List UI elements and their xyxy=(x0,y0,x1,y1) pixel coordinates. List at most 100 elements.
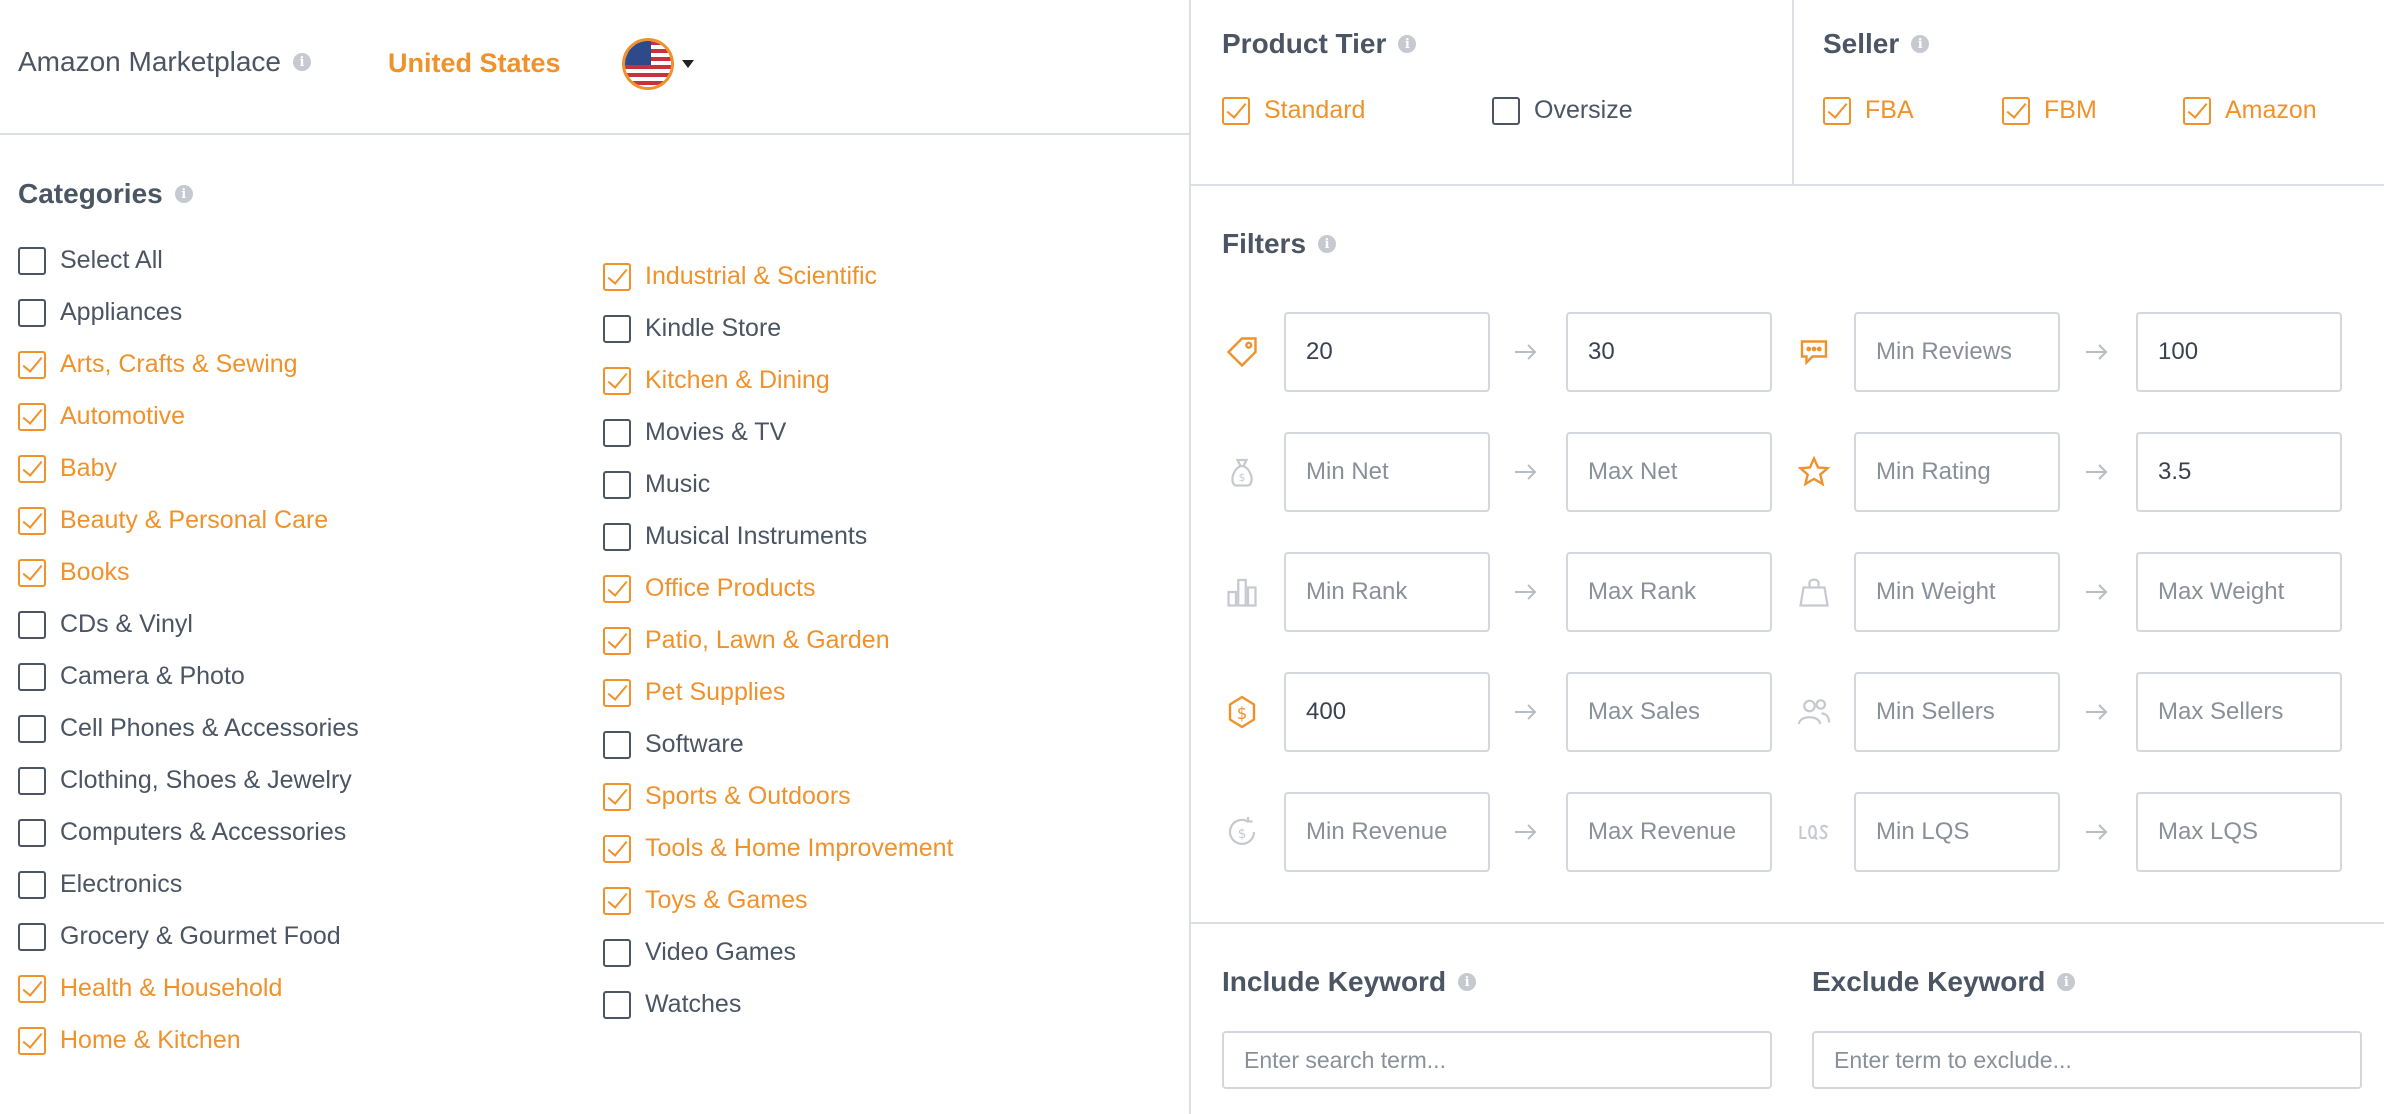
max-rating-input[interactable] xyxy=(2136,432,2342,512)
checkbox-checked-icon[interactable] xyxy=(18,1026,46,1055)
checkbox-checked-icon[interactable] xyxy=(603,678,631,707)
category-checkbox-computers-and-accessories[interactable]: Computers & Accessories xyxy=(18,818,346,847)
category-checkbox-tools-and-home-improvement[interactable]: Tools & Home Improvement xyxy=(603,834,953,863)
max-sellers-input[interactable] xyxy=(2136,672,2342,752)
category-checkbox-patio-lawn-and-garden[interactable]: Patio, Lawn & Garden xyxy=(603,626,890,655)
checkbox-empty-icon[interactable] xyxy=(18,818,46,847)
category-checkbox-baby[interactable]: Baby xyxy=(18,454,117,483)
category-checkbox-arts-crafts-and-sewing[interactable]: Arts, Crafts & Sewing xyxy=(18,350,298,379)
exclude-keyword-input[interactable] xyxy=(1812,1031,2362,1089)
checkbox-empty-icon[interactable] xyxy=(18,766,46,795)
checkbox-checked-icon[interactable] xyxy=(2183,96,2211,125)
checkbox-empty-icon[interactable] xyxy=(603,314,631,343)
category-checkbox-home-and-kitchen[interactable]: Home & Kitchen xyxy=(18,1026,241,1055)
include-keyword-input[interactable] xyxy=(1222,1031,1772,1089)
max-sales-input[interactable] xyxy=(1566,672,1772,752)
checkbox-empty-icon[interactable] xyxy=(603,990,631,1019)
checkbox-checked-icon[interactable] xyxy=(603,626,631,655)
info-icon[interactable]: i xyxy=(1398,35,1417,53)
seller-checkbox-fba[interactable]: FBA xyxy=(1823,96,1914,125)
min-reviews-input[interactable] xyxy=(1854,312,2060,392)
info-icon[interactable]: i xyxy=(293,53,312,71)
category-checkbox-beauty-and-personal-care[interactable]: Beauty & Personal Care xyxy=(18,506,328,535)
category-checkbox-camera-and-photo[interactable]: Camera & Photo xyxy=(18,662,245,691)
min-lqs-input[interactable] xyxy=(1854,792,2060,872)
checkbox-checked-icon[interactable] xyxy=(603,834,631,863)
checkbox-checked-icon[interactable] xyxy=(603,574,631,603)
checkbox-checked-icon[interactable] xyxy=(18,974,46,1003)
checkbox-empty-icon[interactable] xyxy=(18,662,46,691)
max-net-input[interactable] xyxy=(1566,432,1772,512)
checkbox-empty-icon[interactable] xyxy=(18,246,46,275)
max-reviews-input[interactable] xyxy=(2136,312,2342,392)
tier-checkbox-standard[interactable]: Standard xyxy=(1222,96,1365,125)
marketplace-country[interactable]: United States xyxy=(388,48,561,79)
checkbox-checked-icon[interactable] xyxy=(18,506,46,535)
category-checkbox-kitchen-and-dining[interactable]: Kitchen & Dining xyxy=(603,366,830,395)
category-checkbox-health-and-household[interactable]: Health & Household xyxy=(18,974,282,1003)
checkbox-empty-icon[interactable] xyxy=(18,922,46,951)
min-revenue-input[interactable] xyxy=(1284,792,1490,872)
checkbox-empty-icon[interactable] xyxy=(18,870,46,899)
category-checkbox-software[interactable]: Software xyxy=(603,730,744,759)
seller-checkbox-fbm[interactable]: FBM xyxy=(2002,96,2097,125)
min-weight-input[interactable] xyxy=(1854,552,2060,632)
category-checkbox-kindle-store[interactable]: Kindle Store xyxy=(603,314,781,343)
category-checkbox-office-products[interactable]: Office Products xyxy=(603,574,815,603)
max-revenue-input[interactable] xyxy=(1566,792,1772,872)
checkbox-empty-icon[interactable] xyxy=(1492,96,1520,125)
min-sales-input[interactable] xyxy=(1284,672,1490,752)
category-checkbox-electronics[interactable]: Electronics xyxy=(18,870,182,899)
checkbox-checked-icon[interactable] xyxy=(18,558,46,587)
min-price-input[interactable] xyxy=(1284,312,1490,392)
checkbox-empty-icon[interactable] xyxy=(603,418,631,447)
category-checkbox-watches[interactable]: Watches xyxy=(603,990,741,1019)
category-checkbox-sports-and-outdoors[interactable]: Sports & Outdoors xyxy=(603,782,851,811)
checkbox-checked-icon[interactable] xyxy=(603,782,631,811)
max-weight-input[interactable] xyxy=(2136,552,2342,632)
checkbox-empty-icon[interactable] xyxy=(18,610,46,639)
min-rating-input[interactable] xyxy=(1854,432,2060,512)
checkbox-empty-icon[interactable] xyxy=(603,730,631,759)
min-net-input[interactable] xyxy=(1284,432,1490,512)
category-checkbox-music[interactable]: Music xyxy=(603,470,710,499)
category-checkbox-video-games[interactable]: Video Games xyxy=(603,938,796,967)
tier-checkbox-oversize[interactable]: Oversize xyxy=(1492,96,1633,125)
info-icon[interactable]: i xyxy=(1458,973,1477,991)
info-icon[interactable]: i xyxy=(1911,35,1930,53)
category-checkbox-automotive[interactable]: Automotive xyxy=(18,402,185,431)
checkbox-checked-icon[interactable] xyxy=(1222,96,1250,125)
category-checkbox-select-all[interactable]: Select All xyxy=(18,246,163,275)
category-checkbox-musical-instruments[interactable]: Musical Instruments xyxy=(603,522,867,551)
checkbox-empty-icon[interactable] xyxy=(18,298,46,327)
category-checkbox-industrial-and-scientific[interactable]: Industrial & Scientific xyxy=(603,262,877,291)
marketplace-selector[interactable] xyxy=(622,38,694,90)
seller-checkbox-amazon[interactable]: Amazon xyxy=(2183,96,2317,125)
max-price-input[interactable] xyxy=(1566,312,1772,392)
checkbox-checked-icon[interactable] xyxy=(18,402,46,431)
category-checkbox-movies-and-tv[interactable]: Movies & TV xyxy=(603,418,786,447)
category-checkbox-pet-supplies[interactable]: Pet Supplies xyxy=(603,678,785,707)
max-rank-input[interactable] xyxy=(1566,552,1772,632)
checkbox-checked-icon[interactable] xyxy=(603,262,631,291)
checkbox-checked-icon[interactable] xyxy=(18,350,46,379)
checkbox-checked-icon[interactable] xyxy=(603,366,631,395)
checkbox-empty-icon[interactable] xyxy=(603,470,631,499)
category-checkbox-toys-and-games[interactable]: Toys & Games xyxy=(603,886,808,915)
min-rank-input[interactable] xyxy=(1284,552,1490,632)
category-checkbox-clothing-shoes-and-jewelry[interactable]: Clothing, Shoes & Jewelry xyxy=(18,766,352,795)
category-checkbox-books[interactable]: Books xyxy=(18,558,129,587)
info-icon[interactable]: i xyxy=(174,185,193,203)
checkbox-empty-icon[interactable] xyxy=(18,714,46,743)
category-checkbox-cell-phones-and-accessories[interactable]: Cell Phones & Accessories xyxy=(18,714,359,743)
info-icon[interactable]: i xyxy=(1318,235,1337,253)
category-checkbox-appliances[interactable]: Appliances xyxy=(18,298,182,327)
checkbox-checked-icon[interactable] xyxy=(2002,96,2030,125)
category-checkbox-cds-and-vinyl[interactable]: CDs & Vinyl xyxy=(18,610,193,639)
info-icon[interactable]: i xyxy=(2057,973,2076,991)
checkbox-empty-icon[interactable] xyxy=(603,938,631,967)
min-sellers-input[interactable] xyxy=(1854,672,2060,752)
checkbox-checked-icon[interactable] xyxy=(1823,96,1851,125)
checkbox-checked-icon[interactable] xyxy=(18,454,46,483)
checkbox-checked-icon[interactable] xyxy=(603,886,631,915)
